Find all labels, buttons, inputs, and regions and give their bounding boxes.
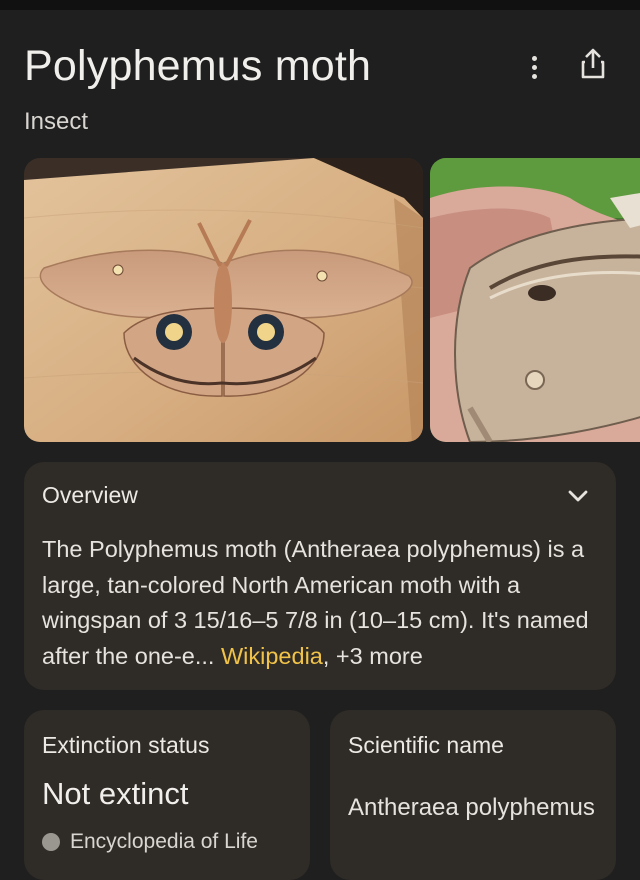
more-sources-link[interactable]: +3 more [336, 643, 423, 669]
extinction-status-card[interactable]: Extinction status Not extinct Encycloped… [24, 710, 310, 880]
moth-on-hand-photo[interactable] [430, 158, 640, 442]
overview-title: Overview [42, 482, 138, 508]
scientific-name-value: Antheraea polyphemus [348, 794, 595, 821]
entity-subtitle: Insect [24, 108, 89, 135]
moth-on-wood-photo[interactable] [24, 158, 423, 442]
globe-icon [42, 833, 60, 851]
extinction-source-link[interactable]: Encyclopedia of Life [42, 830, 258, 854]
overview-ellipsis: ... [194, 642, 215, 669]
source-separator: , [322, 642, 330, 669]
overview-description: The Polyphemus moth (Antheraea polyphemu… [42, 532, 612, 674]
scientific-name-card[interactable]: Scientific name Antheraea polyphemus [330, 710, 616, 880]
scientific-name-label: Scientific name [348, 732, 504, 758]
share-icon[interactable] [578, 46, 608, 82]
overview-card: Overview The Polyphemus moth (Antheraea … [24, 462, 616, 690]
extinction-status-label: Extinction status [42, 732, 210, 758]
extinction-status-value: Not extinct [42, 776, 189, 811]
status-bar-edge [0, 0, 640, 10]
entity-title: Polyphemus moth [24, 42, 372, 90]
chevron-down-icon[interactable] [564, 482, 592, 510]
extinction-source-text: Encyclopedia of Life [70, 830, 258, 853]
wikipedia-link[interactable]: Wikipedia [221, 643, 323, 669]
more-vert-icon[interactable] [520, 50, 548, 84]
